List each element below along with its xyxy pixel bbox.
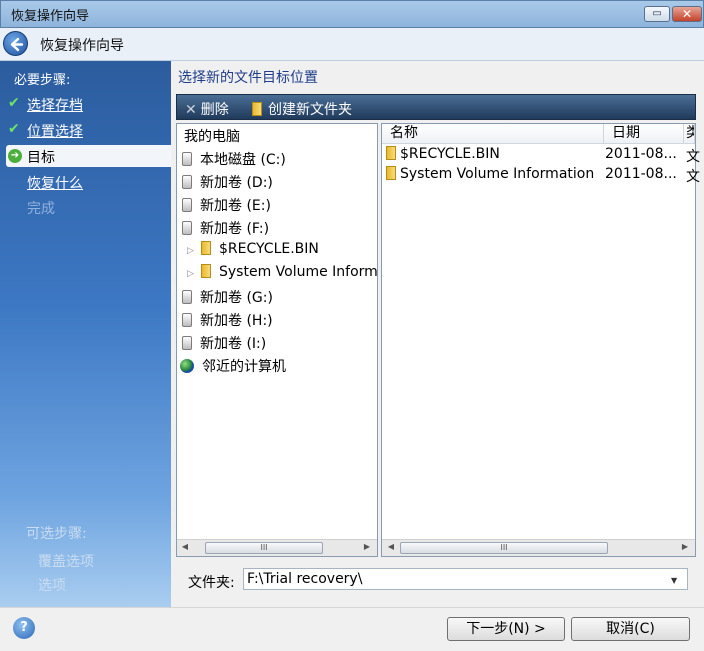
steps-sidebar: 必要步骤: ✔ 选择存档 ✔ 位置选择 ➔ 目标 恢复什么 完成 可选步骤: 覆… xyxy=(0,61,171,607)
back-arrow-icon xyxy=(10,37,24,52)
drive-icon xyxy=(182,290,192,304)
scroll-thumb[interactable]: III xyxy=(205,542,323,554)
file-type: 文 xyxy=(686,149,700,165)
step-location[interactable]: ✔ 位置选择 xyxy=(6,119,171,141)
new-folder-button[interactable]: 创建新文件夹 xyxy=(252,99,352,119)
delete-label: 删除 xyxy=(200,102,229,118)
column-header-name[interactable]: 名称 xyxy=(382,124,604,144)
file-type: 文 xyxy=(686,169,700,185)
tree-label: 新加卷 (H:) xyxy=(200,313,273,329)
drive-icon xyxy=(182,175,192,189)
tree-node[interactable]: 新加卷 (I:) xyxy=(182,333,266,353)
tree-node[interactable]: 邻近的计算机 xyxy=(180,356,286,376)
tree-node[interactable]: ▷ System Volume Information xyxy=(187,264,377,284)
wizard-title: 恢复操作向导 xyxy=(40,38,124,54)
new-folder-label: 创建新文件夹 xyxy=(268,102,352,118)
expand-arrow-icon[interactable]: ▷ xyxy=(187,246,197,256)
tree-node[interactable]: 新加卷 (G:) xyxy=(182,287,273,307)
drive-icon xyxy=(182,313,192,327)
scroll-thumb[interactable]: III xyxy=(400,542,608,554)
tree-node[interactable]: ▷ $RECYCLE.BIN xyxy=(187,241,377,261)
tree-label: 邻近的计算机 xyxy=(202,359,286,375)
step-label: 选择存档 xyxy=(27,98,83,114)
optional-step-overwrite: 覆盖选项 xyxy=(38,554,94,570)
tree-node[interactable]: 新加卷 (E:) xyxy=(182,195,271,215)
list-horizontal-scrollbar[interactable]: ◀ III ▶ xyxy=(382,539,695,556)
tree-label: 本地磁盘 (C:) xyxy=(200,152,286,168)
drive-icon xyxy=(182,198,192,212)
tree-label: 新加卷 (G:) xyxy=(200,290,273,306)
drive-icon xyxy=(182,336,192,350)
tree-horizontal-scrollbar[interactable]: ◀ III ▶ xyxy=(177,539,377,556)
tree-label: 新加卷 (D:) xyxy=(200,175,273,191)
folder-field-label: 文件夹: xyxy=(188,575,235,591)
file-date: 2011-08... xyxy=(605,166,677,182)
scroll-right-icon[interactable]: ▶ xyxy=(679,542,691,551)
folder-icon xyxy=(201,264,211,278)
back-button[interactable] xyxy=(3,31,28,56)
help-icon[interactable]: ? xyxy=(13,617,35,639)
folder-icon xyxy=(386,166,396,180)
step-label: 目标 xyxy=(27,150,55,166)
main-panel: 选择新的文件目标位置 ✕ 删除 创建新文件夹 我的电脑 本地磁盘 (C:) 新加卷… xyxy=(171,61,704,607)
tree-node[interactable]: 本地磁盘 (C:) xyxy=(182,149,286,169)
step-label: 恢复什么 xyxy=(27,176,83,192)
tree-label: 新加卷 (I:) xyxy=(200,336,267,352)
tree-root-my-computer[interactable]: 我的电脑 xyxy=(184,126,240,146)
file-list[interactable]: 名称 日期 类 $RECYCLE.BIN 2011-08... 文 System… xyxy=(381,123,700,557)
tree-node[interactable]: 新加卷 (F:) xyxy=(182,218,269,238)
tree-label: 我的电脑 xyxy=(184,129,240,145)
file-name: System Volume Information xyxy=(400,166,595,182)
cancel-button[interactable]: 取消(C) xyxy=(571,617,690,641)
file-date: 2011-08... xyxy=(605,146,677,162)
check-icon: ✔ xyxy=(8,121,20,137)
folder-tree[interactable]: 我的电脑 本地磁盘 (C:) 新加卷 (D:) 新加卷 (E:) 新加卷 (F:… xyxy=(176,123,378,557)
window-title: 恢复操作向导 xyxy=(11,9,90,24)
expand-arrow-icon[interactable]: ▷ xyxy=(187,269,197,279)
optional-step-options: 选项 xyxy=(38,578,66,594)
step-finish: 完成 xyxy=(6,196,171,218)
network-globe-icon xyxy=(180,359,194,373)
column-header-type[interactable]: 类 xyxy=(684,124,695,144)
toolbar: ✕ 删除 创建新文件夹 xyxy=(176,94,696,120)
wizard-footer: ? 下一步(N) > 取消(C) xyxy=(0,607,704,651)
drive-icon xyxy=(182,152,192,166)
window-titlebar: 恢复操作向导 ▭ ✕ xyxy=(0,0,704,28)
column-header-date[interactable]: 日期 xyxy=(604,124,684,144)
folder-icon xyxy=(252,102,262,116)
optional-steps-heading: 可选步骤: xyxy=(26,526,87,542)
delete-icon: ✕ xyxy=(185,102,197,118)
next-button[interactable]: 下一步(N) > xyxy=(447,617,565,641)
step-label: 位置选择 xyxy=(27,124,83,140)
step-what-to-recover[interactable]: 恢复什么 xyxy=(6,171,171,193)
tree-node[interactable]: 新加卷 (H:) xyxy=(182,310,273,330)
scroll-left-icon[interactable]: ◀ xyxy=(385,542,397,551)
scroll-left-icon[interactable]: ◀ xyxy=(179,542,191,551)
check-icon: ✔ xyxy=(8,95,20,111)
step-label: 完成 xyxy=(27,201,55,217)
maximize-button[interactable]: ▭ xyxy=(644,6,670,22)
folder-icon xyxy=(201,241,211,255)
tree-label: 新加卷 (E:) xyxy=(200,198,271,214)
tree-label: $RECYCLE.BIN xyxy=(219,241,319,257)
step-select-archive[interactable]: ✔ 选择存档 xyxy=(6,93,171,115)
required-steps-heading: 必要步骤: xyxy=(14,73,71,88)
drive-icon xyxy=(182,221,192,235)
page-title: 选择新的文件目标位置 xyxy=(178,70,318,86)
delete-button[interactable]: ✕ 删除 xyxy=(185,99,229,119)
step-target[interactable]: ➔ 目标 xyxy=(6,145,171,167)
tree-label: System Volume Information xyxy=(219,264,377,280)
tree-node[interactable]: 新加卷 (D:) xyxy=(182,172,273,192)
tree-label: 新加卷 (F:) xyxy=(200,221,270,237)
current-step-arrow-icon: ➔ xyxy=(8,149,22,163)
folder-path-input[interactable]: F:\Trial recovery\ xyxy=(243,568,688,590)
folder-icon xyxy=(386,146,396,160)
wizard-header: 恢复操作向导 xyxy=(0,28,704,61)
close-button[interactable]: ✕ xyxy=(672,6,702,22)
file-name: $RECYCLE.BIN xyxy=(400,146,500,162)
scroll-right-icon[interactable]: ▶ xyxy=(361,542,373,551)
chevron-down-icon[interactable]: ▼ xyxy=(671,576,677,585)
